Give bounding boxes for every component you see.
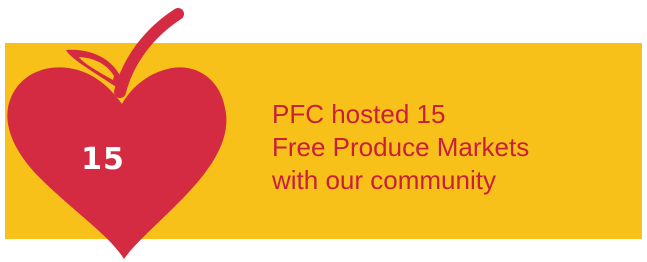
infographic-card: 15 PFC hosted 15 Free Produce Markets wi… xyxy=(0,0,647,262)
summary-line-2: Free Produce Markets xyxy=(272,132,530,162)
market-count-badge: 15 xyxy=(81,142,125,177)
summary-line-3: with our community xyxy=(272,165,496,195)
summary-text: PFC hosted 15 Free Produce Markets with … xyxy=(272,98,632,197)
summary-line-1: PFC hosted 15 xyxy=(272,99,446,129)
